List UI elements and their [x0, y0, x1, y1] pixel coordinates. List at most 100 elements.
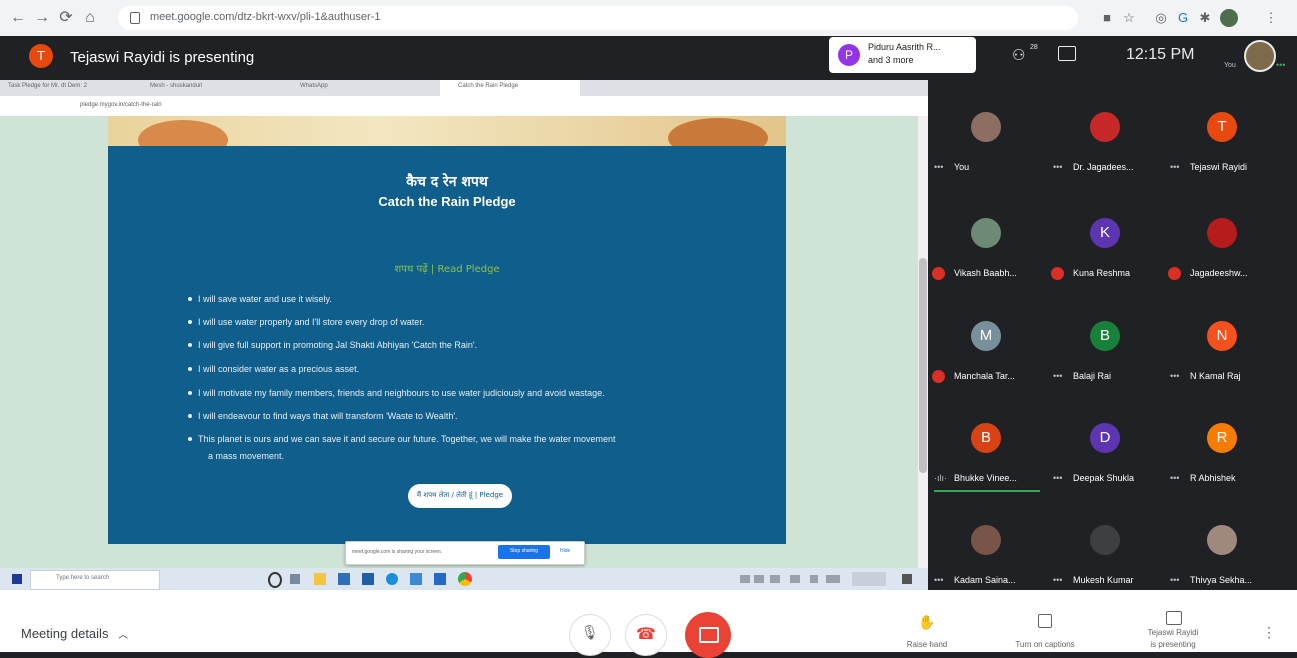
- cortana-icon[interactable]: [268, 572, 282, 588]
- raise-hand-label[interactable]: Raise hand: [887, 640, 967, 649]
- inner-tab: Task Pledge for Mr. dt Dem: 2: [8, 83, 88, 89]
- back-icon[interactable]: ←: [8, 8, 28, 28]
- chrome-taskbar-icon[interactable]: [458, 572, 472, 586]
- mic-off-icon: [1051, 267, 1064, 280]
- pledge-title: Catch the Rain Pledge: [378, 194, 516, 209]
- speaking-icon[interactable]: ·ılı·: [934, 473, 947, 483]
- pledge-item: This planet is ours and we can save it a…: [188, 434, 616, 444]
- tile-options-icon[interactable]: •••: [1170, 473, 1179, 483]
- tile-options-icon[interactable]: •••: [1053, 162, 1062, 172]
- system-tray-icons[interactable]: [740, 575, 840, 583]
- file-explorer-icon[interactable]: [314, 573, 326, 585]
- tile-options-icon[interactable]: •••: [1053, 371, 1062, 381]
- participant-avatar: [1207, 218, 1237, 248]
- scrollbar-thumb[interactable]: [919, 258, 927, 473]
- inner-tab: Mesh - shuskanduri: [150, 83, 203, 89]
- hide-share-link[interactable]: Hide: [560, 548, 570, 554]
- meeting-details-button[interactable]: Meeting details ︿: [21, 626, 128, 641]
- tile-options-icon[interactable]: •••: [1053, 473, 1062, 483]
- tile-options-icon[interactable]: •••: [934, 162, 943, 172]
- notification-icon[interactable]: [902, 574, 912, 584]
- participant-avatar: T: [1207, 112, 1237, 142]
- tile-options-icon[interactable]: •••: [1170, 162, 1179, 172]
- bullet-icon: [188, 414, 192, 418]
- participant-name: Manchala Tar...: [954, 371, 1015, 381]
- camera-icon[interactable]: ■: [1098, 9, 1116, 27]
- tile-options-icon[interactable]: •••: [934, 575, 943, 585]
- participant-name: Tejaswi Rayidi: [1190, 162, 1248, 172]
- taskbar-clock: [852, 572, 886, 586]
- mic-off-icon: [932, 267, 945, 280]
- presenting-label-line1[interactable]: Tejaswi Rayidi: [1130, 628, 1216, 637]
- participants-chip-line1: Piduru Aasrith R...: [868, 42, 941, 52]
- participant-avatar: [971, 218, 1001, 248]
- extension-icon[interactable]: ◎: [1152, 9, 1170, 27]
- captions-label[interactable]: Turn on captions: [1000, 640, 1090, 649]
- inner-url: pledge.mygov.in/catch-the-rain: [80, 102, 162, 108]
- people-count: 28: [1030, 44, 1038, 51]
- participant-avatar: K: [1090, 218, 1120, 248]
- participant-avatar: R: [1207, 423, 1237, 453]
- kebab-menu-icon[interactable]: ⋮: [1262, 9, 1280, 27]
- inner-tab: Catch the Rain Pledge: [458, 83, 519, 89]
- banner-decoration: [138, 120, 228, 146]
- tile-options-icon[interactable]: •••: [1053, 575, 1062, 585]
- self-avatar[interactable]: [1244, 40, 1276, 72]
- store-icon[interactable]: [338, 573, 350, 585]
- presenter-title: Tejaswi Rayidi is presenting: [70, 49, 255, 66]
- star-icon[interactable]: ☆: [1120, 9, 1138, 27]
- people-icon[interactable]: ⚇: [1012, 46, 1025, 64]
- participant-name: Balaji Rai: [1073, 371, 1112, 381]
- app-icon[interactable]: [434, 573, 446, 585]
- participant-name: You: [954, 162, 970, 172]
- presenter-avatar: T: [29, 44, 53, 68]
- banner-decoration: [668, 118, 768, 146]
- more-dots-icon[interactable]: •••: [1276, 60, 1285, 70]
- profile-icon[interactable]: [1220, 9, 1238, 27]
- google-extension-icon[interactable]: G: [1174, 9, 1192, 27]
- app-icon[interactable]: [410, 573, 422, 585]
- taskbar-search-placeholder: Type here to search: [56, 575, 110, 581]
- pledge-item: I will consider water as a precious asse…: [188, 364, 359, 374]
- mail-icon[interactable]: [362, 573, 374, 585]
- chat-icon[interactable]: [1058, 46, 1076, 61]
- pledge-banner: [108, 116, 786, 146]
- participant-name: Mukesh Kumar: [1073, 575, 1134, 585]
- reload-icon[interactable]: ⟳: [56, 8, 76, 28]
- mic-off-icon: [1168, 267, 1181, 280]
- forward-icon[interactable]: →: [32, 8, 52, 28]
- puzzle-icon[interactable]: ✱: [1196, 9, 1214, 27]
- pledge-item: I will save water and use it wisely.: [188, 294, 332, 304]
- captions-icon[interactable]: [1038, 614, 1052, 628]
- more-options-icon[interactable]: ⋮: [1262, 624, 1276, 641]
- tile-options-icon[interactable]: •••: [1170, 575, 1179, 585]
- self-label: You: [1224, 62, 1236, 69]
- participant-name: Thivya Sekha...: [1190, 575, 1253, 585]
- tile-options-icon[interactable]: •••: [1170, 371, 1179, 381]
- edge-icon[interactable]: [386, 573, 398, 585]
- pledge-item-continuation: a mass movement.: [208, 451, 285, 461]
- take-pledge-label: मैं शपथ लेता / लेती हूं | Pledge: [416, 491, 504, 499]
- task-view-icon[interactable]: [290, 574, 300, 584]
- raise-hand-icon[interactable]: ✋: [918, 614, 935, 631]
- present-screen-icon[interactable]: [1166, 611, 1182, 625]
- share-notice-text: meet.google.com is sharing your screen.: [352, 549, 443, 555]
- participant-avatar: B: [971, 423, 1001, 453]
- microphone-icon: 🎙︎: [581, 624, 599, 640]
- pledge-item: I will motivate my family members, frien…: [188, 388, 605, 398]
- stop-sharing-label: Stop sharing: [509, 548, 539, 554]
- participant-avatar: [971, 112, 1001, 142]
- participant-name: Jagadeeshw...: [1190, 268, 1248, 278]
- home-icon[interactable]: ⌂: [80, 8, 100, 28]
- pledge-title-hindi: कैच द रेन शपथ: [406, 174, 488, 190]
- speaking-indicator: [934, 490, 1040, 492]
- bullet-icon: [188, 367, 192, 371]
- bullet-icon: [188, 437, 192, 441]
- bullet-icon: [188, 391, 192, 395]
- windows-start-icon[interactable]: [12, 574, 22, 584]
- url-text: meet.google.com/dtz-bkrt-wxv/pli-1&authu…: [150, 11, 381, 23]
- meeting-details-label: Meeting details: [21, 626, 109, 641]
- presenting-label-line2: is presenting: [1150, 640, 1196, 649]
- read-pledge-heading: शपथ पढ़ें | Read Pledge: [394, 264, 500, 275]
- participant-avatar: [1090, 525, 1120, 555]
